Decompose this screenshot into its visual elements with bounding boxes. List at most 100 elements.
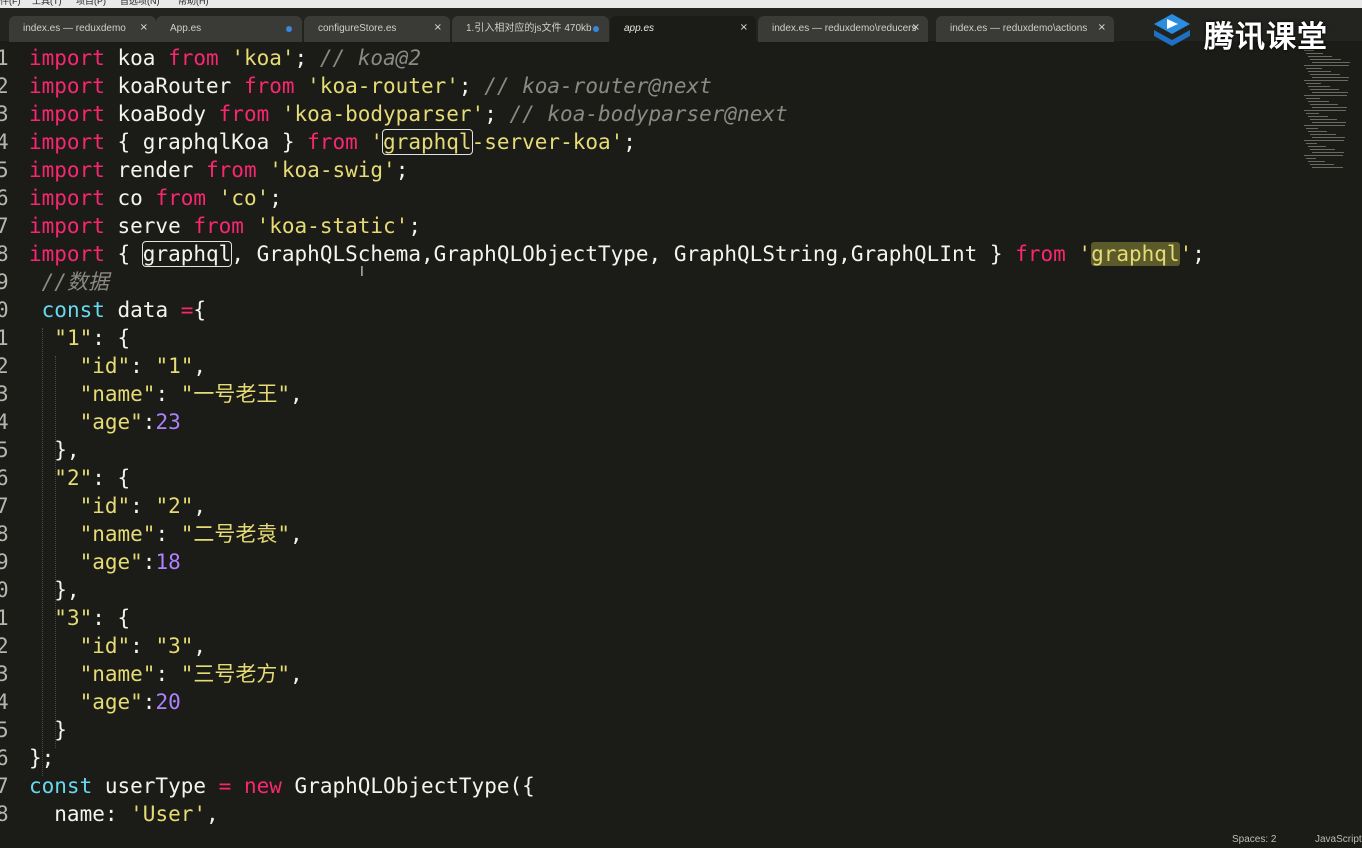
code-token: "age" (79, 410, 143, 434)
code-token: { (104, 242, 143, 266)
close-tab-icon[interactable]: × (434, 16, 442, 40)
minimap-line (1310, 74, 1340, 75)
minimap-line (1304, 95, 1347, 96)
code-text: "age":20 (29, 688, 181, 716)
code-token: userType (92, 774, 219, 798)
minimap[interactable] (1300, 44, 1362, 184)
minimap-line (1308, 146, 1326, 147)
minimap-line (1310, 89, 1339, 90)
code-token: graphql (382, 129, 473, 155)
menu-item[interactable]: 件(F) (0, 0, 21, 6)
close-tab-icon[interactable]: × (1098, 16, 1106, 40)
editor-tab[interactable]: index.es — reduxdemo × (9, 16, 156, 42)
code-token: from (218, 102, 270, 126)
menu-item[interactable]: 帮助(H) (178, 0, 209, 6)
indentation-setting[interactable]: Spaces: 2 (1232, 834, 1276, 845)
code-token: // koa-router@next (484, 74, 712, 98)
minimap-line (1308, 101, 1329, 102)
code-token: : { (92, 466, 131, 490)
code-text: import koa from 'koa'; // koa@2 (29, 44, 421, 72)
minimap-line (1308, 86, 1330, 87)
code-token: , (206, 802, 219, 826)
menu-item[interactable]: 工具(T) (32, 0, 62, 6)
line-number: 1 (0, 606, 9, 630)
minimap-line (1306, 68, 1322, 69)
code-token: ' (1078, 242, 1092, 266)
line-number: 0 (0, 298, 9, 322)
minimap-line (1304, 65, 1349, 66)
code-token: , GraphQLSchema,GraphQLObjectType, Graph… (231, 242, 1016, 266)
minimap-line (1306, 128, 1318, 129)
code-token: ; (1192, 242, 1205, 266)
code-token: "age" (79, 690, 143, 714)
line-number: 9 (0, 270, 9, 294)
code-token: "id" (79, 354, 131, 378)
editor-tab[interactable]: App.es (156, 16, 302, 42)
code-editor[interactable]: 1 import koa from 'koa'; // koa@2 2 import … (0, 44, 1300, 834)
code-token: 'User' (130, 802, 207, 826)
code-token: ; (294, 46, 320, 70)
line-number: 6 (0, 186, 9, 210)
code-token: ' (370, 130, 384, 154)
editor-tab[interactable]: 1.引入相对应的js文件 470kb (452, 16, 609, 42)
minimap-line (1312, 167, 1343, 168)
editor-tab[interactable]: app.es × (610, 16, 756, 42)
minimap-line (1310, 104, 1338, 105)
code-token: from (1015, 242, 1066, 266)
close-tab-icon[interactable]: × (140, 16, 148, 40)
minimap-line (1304, 140, 1344, 141)
code-text: name: 'User', (29, 800, 219, 828)
code-token: 'koa-router' (307, 74, 459, 98)
line-number: 3 (0, 382, 9, 406)
code-token: // koa@2 (319, 46, 421, 70)
code-token: , (193, 354, 207, 378)
code-token: ; (408, 214, 421, 238)
code-token: : { (92, 326, 131, 350)
code-token: } (29, 718, 67, 742)
code-token: GraphQLObjectType({ (281, 774, 535, 798)
code-token: : (142, 410, 156, 434)
line-number: 4 (0, 690, 9, 714)
line-number: 6 (0, 466, 9, 490)
tab-label: App.es (170, 23, 202, 34)
minimap-line (1304, 125, 1345, 126)
line-number: 5 (0, 158, 9, 182)
line-number: 3 (0, 102, 9, 126)
unsaved-dot-icon[interactable] (286, 26, 292, 32)
minimap-line (1308, 56, 1332, 57)
code-token: { (193, 298, 207, 322)
minimap-line (1306, 113, 1319, 114)
syntax-mode[interactable]: JavaScript (1315, 834, 1362, 845)
minimap-line (1306, 158, 1316, 159)
unsaved-dot-icon[interactable] (593, 26, 599, 32)
minimap-line (1312, 122, 1346, 123)
watermark-text: 腾讯课堂 (1204, 20, 1328, 55)
code-token: : (155, 382, 181, 406)
close-tab-icon[interactable]: × (912, 16, 920, 40)
editor-tab[interactable]: configureStore.es × (304, 16, 450, 42)
code-token: serve (104, 214, 194, 238)
code-token: , (290, 662, 303, 686)
line-number: 3 (0, 662, 9, 686)
code-text: const userType = new GraphQLObjectType({ (29, 772, 535, 800)
minimap-line (1312, 77, 1349, 78)
editor-tab[interactable]: index.es — reduxdemo\reducers × (758, 16, 928, 42)
menu-item[interactable]: 项目(P) (76, 0, 106, 6)
code-token: 'koa-bodyparser' (281, 102, 485, 126)
code-text: "3": { (29, 604, 130, 632)
code-token: import (29, 46, 105, 70)
close-tab-icon[interactable]: × (740, 16, 748, 40)
minimap-line (1308, 116, 1328, 117)
code-text: "name": "二号老袁", (29, 520, 303, 548)
tab-label: configureStore.es (318, 23, 397, 34)
editor-tab[interactable]: index.es — reduxdemo\actions × (936, 16, 1114, 42)
code-token: from (155, 186, 207, 210)
code-token: ; (484, 102, 510, 126)
code-token: // koa-bodyparser@next (509, 102, 788, 126)
code-token: 'co' (218, 186, 270, 210)
menu-item[interactable]: 首选项(N) (120, 0, 160, 6)
